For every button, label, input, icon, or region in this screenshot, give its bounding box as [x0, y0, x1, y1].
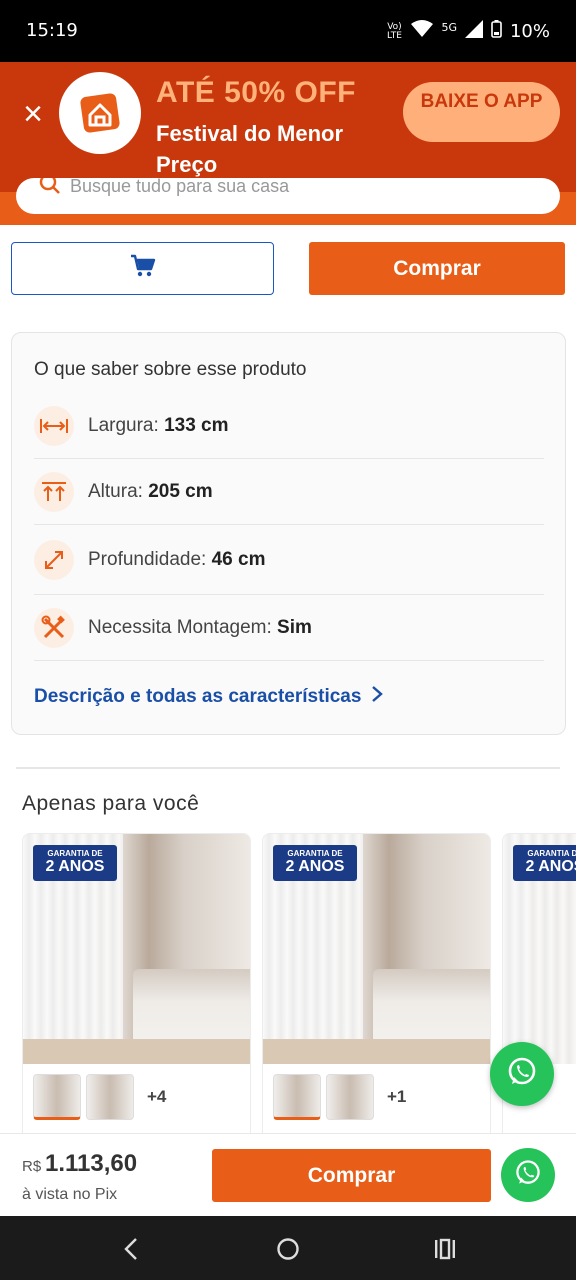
payment-note: à vista no Pix [22, 1186, 118, 1203]
description-link-label: Descrição e todas as características [34, 686, 362, 707]
thumbnail[interactable] [33, 1074, 81, 1120]
status-indicators: Vo) LTE 5G 10% [385, 20, 550, 43]
product-thumbnails: +4 [33, 1074, 166, 1120]
whatsapp-icon [505, 1055, 539, 1094]
thumbnail[interactable] [86, 1074, 134, 1120]
product-image[interactable]: GARANTIA DE 2 ANOS [23, 834, 250, 1064]
recent-apps-icon[interactable] [430, 1234, 460, 1264]
product-actions: Comprar [0, 225, 576, 325]
spec-row-height: Altura: 205 cm [34, 459, 544, 525]
product-info-title: O que saber sobre esse produto [34, 359, 307, 380]
thumbnail[interactable] [326, 1074, 374, 1120]
spec-label: Profundidade: [88, 548, 207, 570]
warranty-badge-top: GARANTIA DE [527, 849, 576, 858]
warranty-badge: GARANTIA DE 2 ANOS [273, 845, 357, 881]
house-logo-icon [80, 93, 120, 133]
more-images-count: +4 [147, 1087, 167, 1106]
width-arrows-icon [34, 405, 74, 446]
spec-label: Largura: [88, 414, 159, 436]
spec-row-assembly: Necessita Montagem: Sim [34, 595, 544, 661]
network-label: 5G [441, 21, 457, 34]
add-to-cart-button[interactable] [11, 242, 274, 295]
spec-value: 205 cm [148, 480, 213, 502]
search-header: Busque tudo para sua casa [0, 178, 576, 225]
spec-label: Necessita Montagem: [88, 616, 272, 638]
warranty-badge-main: 2 ANOS [45, 858, 105, 875]
chevron-right-icon [371, 685, 384, 709]
bottom-purchase-bar: R$ 1.113,60 à vista no Pix Comprar [0, 1133, 576, 1216]
app-logo [59, 72, 141, 154]
tools-icon [34, 607, 74, 648]
system-navigation-bar [0, 1216, 576, 1280]
warranty-badge: GARANTIA DE 2 ANOS [513, 845, 576, 881]
product-card[interactable]: GARANTIA DE 2 ANOS +1 [262, 833, 491, 1133]
product-image[interactable]: GARANTIA DE 2 ANOS [503, 834, 576, 1064]
whatsapp-floating-button[interactable] [490, 1042, 554, 1106]
more-images-count: +1 [387, 1087, 407, 1106]
volte-indicator: Vo) LTE [386, 21, 402, 41]
shopping-cart-icon [130, 254, 156, 283]
recommendations-carousel[interactable]: GARANTIA DE 2 ANOS +4 GARANTIA DE 2 ANOS… [0, 833, 576, 1133]
whatsapp-icon [513, 1158, 543, 1193]
wifi-icon [411, 20, 434, 43]
spec-value: 46 cm [211, 548, 266, 570]
buy-button[interactable]: Comprar [309, 242, 565, 295]
promo-subtitle: Festival do Menor Preço [156, 121, 344, 177]
signal-icon [464, 20, 483, 43]
promo-headline: ATÉ 50% OFF [156, 76, 356, 109]
recommendations-title: Apenas para você [22, 792, 200, 815]
search-icon [38, 178, 62, 201]
warranty-badge-main: 2 ANOS [525, 858, 576, 875]
warranty-badge-top: GARANTIA DE [47, 849, 103, 858]
description-link[interactable]: Descrição e todas as características [34, 685, 384, 709]
product-thumbnails: +1 [273, 1074, 406, 1120]
bottom-buy-button[interactable]: Comprar [212, 1149, 491, 1202]
status-bar: 15:19 Vo) LTE 5G 10% [0, 0, 576, 62]
battery-icon [491, 20, 502, 43]
product-info-card: O que saber sobre esse produto Largura: … [11, 332, 566, 735]
height-arrows-icon [34, 471, 74, 512]
warranty-badge-top: GARANTIA DE [287, 849, 343, 858]
back-icon[interactable] [116, 1234, 146, 1264]
search-input[interactable]: Busque tudo para sua casa [16, 178, 560, 214]
warranty-badge: GARANTIA DE 2 ANOS [33, 845, 117, 881]
product-card[interactable]: GARANTIA DE 2 ANOS +4 [22, 833, 251, 1133]
download-app-button[interactable]: BAIXE O APP [403, 82, 560, 142]
spec-row-width: Largura: 133 cm [34, 393, 544, 459]
product-image[interactable]: GARANTIA DE 2 ANOS [263, 834, 490, 1064]
section-divider [16, 767, 560, 769]
close-icon[interactable]: × [18, 97, 48, 131]
spec-value: 133 cm [164, 414, 229, 436]
battery-percent: 10% [509, 21, 550, 42]
spec-row-depth: Profundidade: 46 cm [34, 525, 544, 595]
home-icon[interactable] [273, 1234, 303, 1264]
status-time: 15:19 [26, 20, 78, 41]
spec-value: Sim [277, 616, 312, 638]
spec-label: Altura: [88, 480, 143, 502]
thumbnail[interactable] [273, 1074, 321, 1120]
price-value: 1.113,60 [45, 1150, 138, 1177]
depth-arrows-icon [34, 539, 74, 580]
currency-symbol: R$ [22, 1158, 42, 1175]
warranty-badge-main: 2 ANOS [285, 858, 345, 875]
search-placeholder: Busque tudo para sua casa [70, 178, 290, 196]
app-promo-banner: × ATÉ 50% OFF Festival do Menor Preço BA… [0, 62, 576, 192]
whatsapp-button[interactable] [501, 1148, 555, 1202]
